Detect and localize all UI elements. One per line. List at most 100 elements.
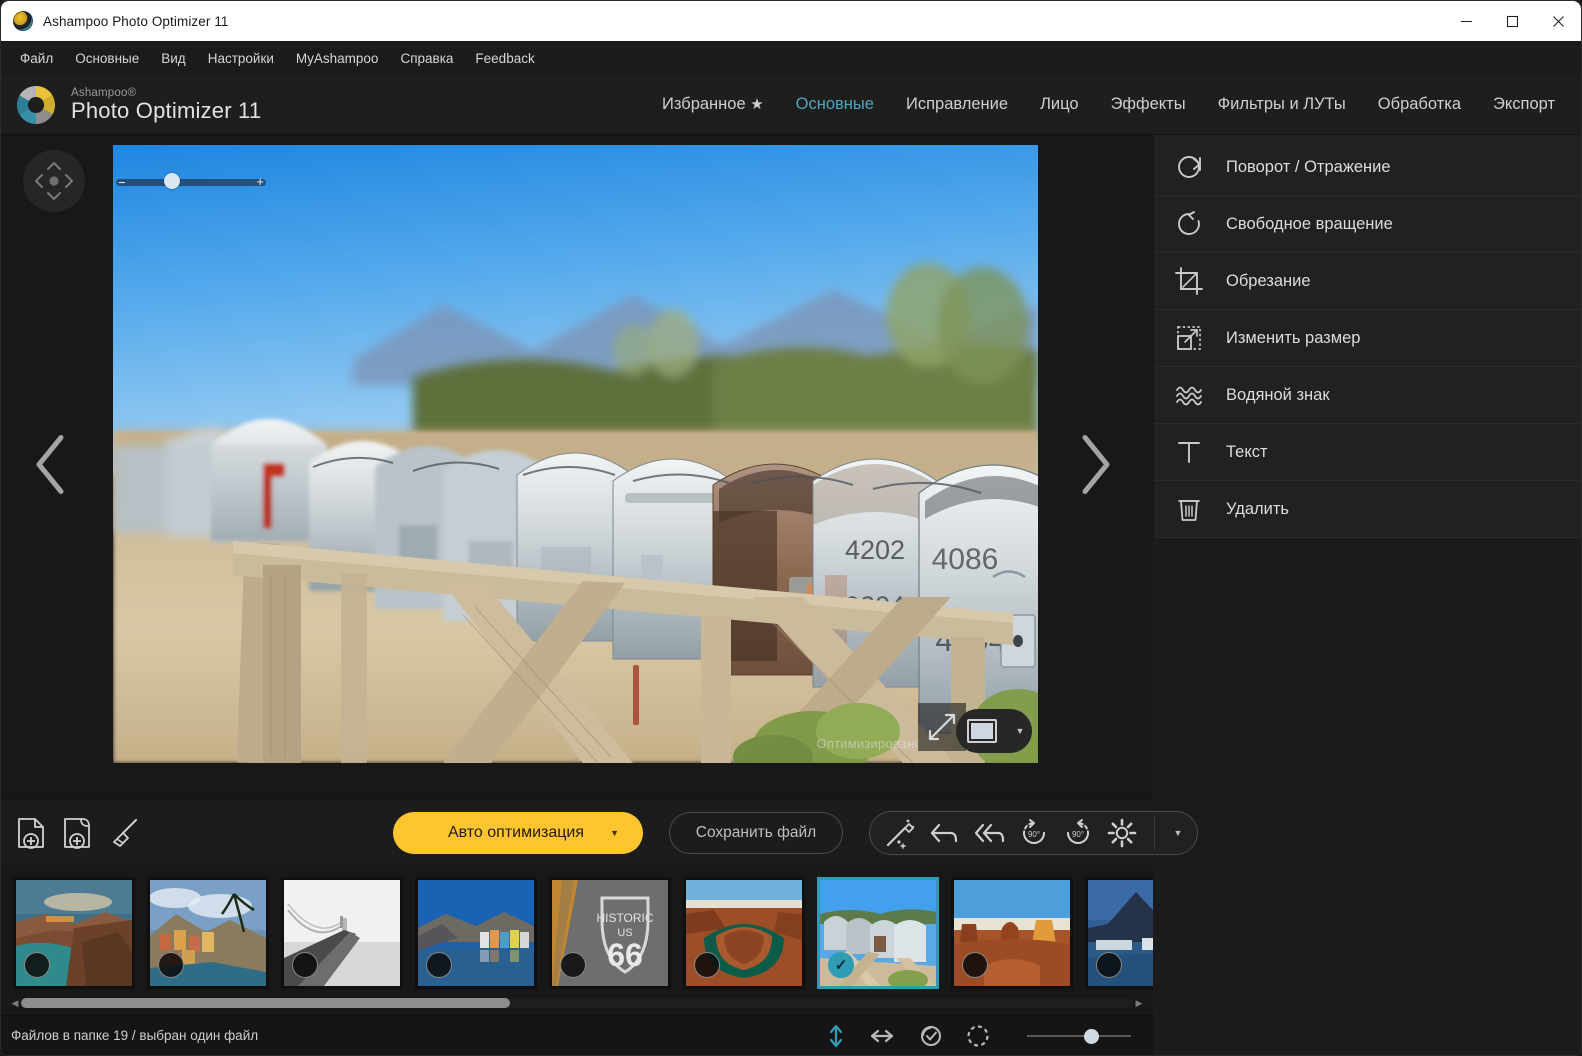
thumbnail-item[interactable] <box>13 877 135 989</box>
zoom-in-icon[interactable]: + <box>256 175 264 188</box>
thumbnail-strip: HISTORIC US 66 <box>1 865 1153 1015</box>
sidebar-item-resize[interactable]: Изменить размер <box>1154 310 1581 367</box>
tab-processing[interactable]: Обработка <box>1362 87 1477 122</box>
thumbnail-size-track[interactable] <box>1027 1035 1131 1037</box>
tab-filters-luts[interactable]: Фильтры и ЛУТы <box>1202 87 1362 122</box>
gear-icon[interactable] <box>1106 817 1138 849</box>
tab-export[interactable]: Экспорт <box>1477 87 1571 122</box>
thumbnail-checkbox[interactable] <box>158 952 184 978</box>
thumbnail-item[interactable] <box>1085 877 1153 989</box>
sidebar-item-crop[interactable]: Обрезание <box>1154 253 1581 310</box>
thumbnail-checkbox[interactable] <box>962 952 988 978</box>
thumbnail-checkbox[interactable] <box>292 952 318 978</box>
fit-vertical-icon[interactable] <box>825 1023 847 1049</box>
thumbnail-checkbox[interactable] <box>1096 952 1122 978</box>
maximize-button[interactable] <box>1489 1 1535 41</box>
pan-dpad-control[interactable] <box>23 150 85 212</box>
scroll-left-arrow-icon[interactable]: ◀ <box>9 998 21 1009</box>
magic-wand-icon[interactable] <box>884 817 916 849</box>
zoom-out-icon[interactable]: − <box>118 176 126 189</box>
thumbnail-item[interactable] <box>415 877 537 989</box>
action-toolbar: Авто оптимизация ▼ Сохранить файл <box>1 799 1153 865</box>
zoom-slider-track[interactable] <box>116 179 266 186</box>
thumbnail-checkbox[interactable] <box>694 952 720 978</box>
sidebar-item-text[interactable]: Текст <box>1154 424 1581 481</box>
sidebar-item-free-rotate[interactable]: Свободное вращение <box>1154 196 1581 253</box>
next-image-button[interactable] <box>1071 430 1117 505</box>
fit-horizontal-icon[interactable] <box>869 1025 895 1047</box>
reset-dashed-circle-icon[interactable] <box>965 1023 991 1049</box>
zoom-slider[interactable]: − + <box>116 175 266 189</box>
sidebar-item-label: Изменить размер <box>1226 329 1360 348</box>
auto-optimize-button[interactable]: Авто оптимизация ▼ <box>393 812 643 854</box>
close-button[interactable] <box>1535 1 1581 41</box>
minimize-button[interactable] <box>1443 1 1489 41</box>
main-nav: Избранное ★ Основные Исправление Лицо Эф… <box>301 87 1581 122</box>
sidebar-item-delete[interactable]: Удалить <box>1154 481 1581 538</box>
thumbnail-checkbox[interactable] <box>24 952 50 978</box>
scrollbar-thumb[interactable] <box>21 998 510 1008</box>
thumbnail-item[interactable] <box>147 877 269 989</box>
photo-canvas[interactable]: 4202 9204 4086 4204 <box>113 145 1038 763</box>
edit-actions-dropdown-caret[interactable]: ▼ <box>1167 828 1189 838</box>
view-mode-dropdown-caret[interactable]: ▼ <box>1008 709 1032 753</box>
thumbnail-size-slider[interactable] <box>1027 1029 1131 1043</box>
rotate-left-90-icon[interactable]: 90° <box>1018 817 1050 849</box>
sidebar-item-label: Удалить <box>1226 500 1289 519</box>
sidebar-item-label: Обрезание <box>1226 272 1311 291</box>
view-mode-single-button[interactable] <box>956 709 1008 753</box>
previous-image-button[interactable] <box>29 430 75 505</box>
add-file-icon[interactable] <box>15 816 47 850</box>
tab-face[interactable]: Лицо <box>1024 87 1095 122</box>
menu-item-myashampoo[interactable]: MyAshampoo <box>287 46 388 71</box>
thumbnail-size-handle[interactable] <box>1084 1029 1099 1044</box>
thumbnail-checkbox[interactable] <box>560 952 586 978</box>
rotate-right-90-icon[interactable]: 90° <box>1062 817 1094 849</box>
app-header: Ashampoo® Photo Optimizer 11 Избранное ★… <box>1 75 1581 135</box>
menu-item-help[interactable]: Справка <box>391 46 462 71</box>
thumbnail-checkbox[interactable] <box>426 952 452 978</box>
menu-item-feedback[interactable]: Feedback <box>466 46 543 71</box>
svg-text:4086: 4086 <box>932 543 999 576</box>
undo-icon[interactable] <box>928 818 960 848</box>
tab-basic[interactable]: Основные <box>780 87 890 122</box>
sidebar-item-label: Свободное вращение <box>1226 215 1393 234</box>
sidebar-item-rotate-flip[interactable]: Поворот / Отражение <box>1154 139 1581 196</box>
scroll-right-arrow-icon[interactable]: ▶ <box>1133 998 1145 1009</box>
thumbnail-scrollbar[interactable]: ◀ ▶ <box>9 997 1145 1009</box>
free-rotate-icon <box>1172 209 1206 239</box>
tab-effects[interactable]: Эффекты <box>1095 87 1202 122</box>
apply-all-check-icon[interactable] <box>917 1023 943 1049</box>
auto-optimize-dropdown-caret[interactable]: ▼ <box>610 828 619 838</box>
collapse-panel-chevron-icon[interactable]: ⌄ <box>570 749 581 765</box>
thumbnail-item[interactable] <box>281 877 403 989</box>
thumbnail-item[interactable] <box>951 877 1073 989</box>
menu-item-basic[interactable]: Основные <box>66 46 148 71</box>
tab-favorites[interactable]: Избранное ★ <box>646 87 780 122</box>
optimized-watermark: Оптимизировано <box>817 736 922 751</box>
tab-correction[interactable]: Исправление <box>890 87 1024 122</box>
image-viewer[interactable]: 4202 9204 4086 4204 <box>1 135 1153 799</box>
thumbnail-item[interactable]: HISTORIC US 66 <box>549 877 671 989</box>
thumbnail-checkbox[interactable]: ✓ <box>828 952 854 978</box>
add-folder-icon[interactable] <box>61 816 93 850</box>
thumbnail-check-icon: ✓ <box>835 956 848 974</box>
menu-item-file[interactable]: Файл <box>11 46 62 71</box>
sidebar-item-label: Водяной знак <box>1226 386 1330 405</box>
save-file-button[interactable]: Сохранить файл <box>669 812 843 854</box>
view-mode-control[interactable]: ▼ <box>956 709 1032 753</box>
thumbnail-item[interactable] <box>683 877 805 989</box>
menu-bar: Файл Основные Вид Настройки MyAshampoo С… <box>1 41 1581 75</box>
menu-item-settings[interactable]: Настройки <box>199 46 283 71</box>
sidebar-item-watermark[interactable]: Водяной знак <box>1154 367 1581 424</box>
center-actions-group: Авто оптимизация ▼ Сохранить файл <box>393 811 1198 855</box>
menu-item-view[interactable]: Вид <box>152 46 194 71</box>
undo-all-icon[interactable] <box>972 818 1006 848</box>
zoom-slider-handle[interactable] <box>164 173 180 189</box>
clear-broom-icon[interactable] <box>107 816 141 850</box>
thumbnail-item[interactable]: ✓ <box>817 877 939 989</box>
save-file-label: Сохранить файл <box>696 824 816 842</box>
brand-block: Ashampoo® Photo Optimizer 11 <box>1 82 301 128</box>
scrollbar-track[interactable] <box>21 998 1133 1008</box>
toolbar-divider <box>1154 816 1155 850</box>
